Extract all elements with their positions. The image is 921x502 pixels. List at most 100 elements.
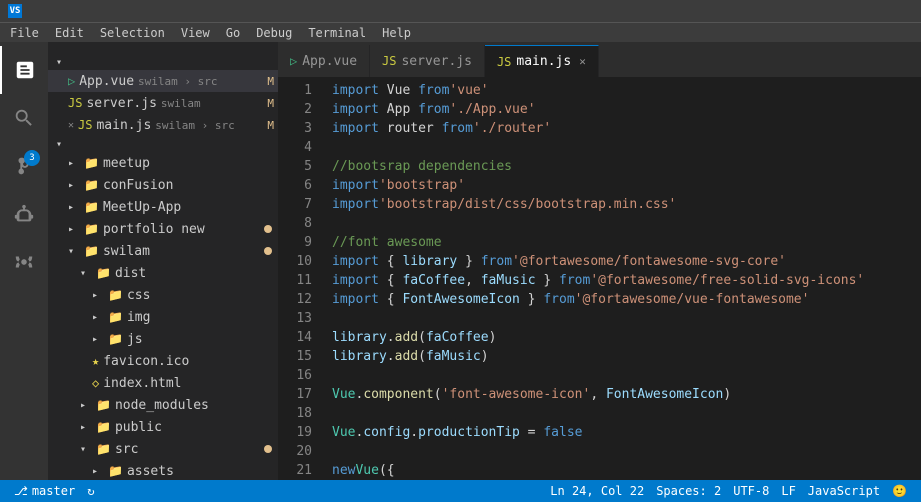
- git-branch-status[interactable]: ⎇ master: [8, 484, 81, 498]
- menu-item-view[interactable]: View: [173, 23, 218, 42]
- open-editors-section[interactable]: ▾: [48, 54, 278, 70]
- activity-debug[interactable]: [0, 190, 48, 238]
- chevron-right-icon: ▸: [80, 399, 92, 411]
- sync-icon: ↻: [87, 484, 94, 498]
- code-content[interactable]: import Vue from 'vue'import App from './…: [328, 77, 921, 480]
- folder-dist[interactable]: ▾ 📁 dist: [48, 262, 278, 284]
- open-editor-serverjs[interactable]: JS server.js swilam M: [48, 92, 278, 114]
- activity-source-control[interactable]: 3: [0, 142, 48, 190]
- line-number-19: 19: [278, 423, 312, 442]
- favicon-icon: ★: [92, 354, 99, 368]
- app-icon: VS: [8, 4, 22, 18]
- js-icon: JS: [78, 118, 92, 132]
- code-line-17: Vue.component('font-awesome-icon', FontA…: [332, 385, 921, 404]
- folder-icon: 📁: [108, 332, 123, 346]
- folder-confusion[interactable]: ▸ 📁 conFusion: [48, 174, 278, 196]
- sidebar-title: [48, 42, 278, 54]
- line-number-20: 20: [278, 442, 312, 461]
- code-area[interactable]: 1234567891011121314151617181920212223242…: [278, 77, 921, 480]
- folder-icon: 📁: [96, 420, 111, 434]
- folder-public[interactable]: ▸ 📁 public: [48, 416, 278, 438]
- line-number-21: 21: [278, 461, 312, 480]
- tab-mainjs[interactable]: JS main.js ✕: [485, 45, 599, 77]
- folder-icon: 📁: [84, 200, 99, 214]
- workspace-section[interactable]: ▾: [48, 136, 278, 152]
- code-line-3: import router from './router': [332, 119, 921, 138]
- close-icon: ✕: [68, 120, 74, 131]
- title-bar: VS: [0, 0, 921, 22]
- code-line-7: import 'bootstrap/dist/css/bootstrap.min…: [332, 195, 921, 214]
- folder-meetupapp[interactable]: ▸ 📁 MeetUp-App: [48, 196, 278, 218]
- language-mode-status[interactable]: JavaScript: [802, 484, 886, 498]
- open-editor-appvue[interactable]: ▷ App.vue swilam › src M: [48, 70, 278, 92]
- modified-dot: [264, 445, 272, 453]
- folder-src[interactable]: ▾ 📁 src: [48, 438, 278, 460]
- html-icon: ◇: [92, 376, 99, 390]
- line-number-14: 14: [278, 328, 312, 347]
- tab-serverjs[interactable]: JS server.js: [370, 45, 485, 77]
- folder-portfolio[interactable]: ▸ 📁 portfolio new: [48, 218, 278, 240]
- tab-close-button[interactable]: ✕: [579, 55, 586, 68]
- code-line-20: [332, 442, 921, 461]
- code-line-21: new Vue({: [332, 461, 921, 480]
- menu-item-terminal[interactable]: Terminal: [300, 23, 374, 42]
- activity-extensions[interactable]: [0, 238, 48, 286]
- encoding-status[interactable]: UTF-8: [727, 484, 775, 498]
- line-number-16: 16: [278, 366, 312, 385]
- chevron-down-icon: ▾: [56, 56, 68, 68]
- folder-swilam[interactable]: ▾ 📁 swilam: [48, 240, 278, 262]
- folder-icon: 📁: [84, 156, 99, 170]
- code-line-5: //bootsrap dependencies: [332, 157, 921, 176]
- code-line-9: //font awesome: [332, 233, 921, 252]
- line-number-7: 7: [278, 195, 312, 214]
- line-number-4: 4: [278, 138, 312, 157]
- chevron-right-icon: ▸: [68, 179, 80, 191]
- line-number-10: 10: [278, 252, 312, 271]
- line-number-1: 1: [278, 81, 312, 100]
- tab-bar: ▷ App.vue JS server.js JS main.js ✕: [278, 42, 921, 77]
- chevron-down-icon: ▾: [80, 267, 92, 279]
- line-number-15: 15: [278, 347, 312, 366]
- code-line-19: Vue.config.productionTip = false: [332, 423, 921, 442]
- menu-item-edit[interactable]: Edit: [47, 23, 92, 42]
- tab-appvue[interactable]: ▷ App.vue: [278, 45, 370, 77]
- chevron-right-icon: ▸: [92, 333, 104, 345]
- folder-img[interactable]: ▸ 📁 img: [48, 306, 278, 328]
- menu-item-debug[interactable]: Debug: [248, 23, 300, 42]
- file-indexhtml[interactable]: ◇ index.html: [48, 372, 278, 394]
- code-line-10: import { library } from '@fortawesome/fo…: [332, 252, 921, 271]
- menu-item-selection[interactable]: Selection: [92, 23, 173, 42]
- folder-assets[interactable]: ▸ 📁 assets: [48, 460, 278, 480]
- sidebar: ▾ ▷ App.vue swilam › src M JS server.js …: [48, 42, 278, 480]
- folder-node-modules[interactable]: ▸ 📁 node_modules: [48, 394, 278, 416]
- menu-item-help[interactable]: Help: [374, 23, 419, 42]
- editor-area: ▷ App.vue JS server.js JS main.js ✕ 1234…: [278, 42, 921, 480]
- folder-icon: 📁: [84, 244, 99, 258]
- folder-css[interactable]: ▸ 📁 css: [48, 284, 278, 306]
- file-tree: ▸ 📁 meetup ▸ 📁 conFusion ▸ 📁 MeetUp-App …: [48, 152, 278, 480]
- folder-icon: 📁: [108, 288, 123, 302]
- activity-explorer[interactable]: [0, 46, 48, 94]
- spaces-status[interactable]: Spaces: 2: [650, 484, 727, 498]
- chevron-down-icon: ▾: [68, 245, 80, 257]
- activity-search[interactable]: [0, 94, 48, 142]
- line-col-status[interactable]: Ln 24, Col 22: [544, 484, 650, 498]
- chevron-right-icon: ▸: [68, 201, 80, 213]
- folder-js[interactable]: ▸ 📁 js: [48, 328, 278, 350]
- line-ending-status[interactable]: LF: [775, 484, 801, 498]
- feedback-status[interactable]: 🙂: [886, 484, 913, 498]
- line-number-3: 3: [278, 119, 312, 138]
- code-line-15: library.add(faMusic): [332, 347, 921, 366]
- sync-status[interactable]: ↻: [81, 484, 100, 498]
- line-number-18: 18: [278, 404, 312, 423]
- code-line-14: library.add(faCoffee): [332, 328, 921, 347]
- folder-meetup[interactable]: ▸ 📁 meetup: [48, 152, 278, 174]
- menu-item-go[interactable]: Go: [218, 23, 248, 42]
- source-control-badge: 3: [24, 150, 40, 166]
- chevron-right-icon: ▸: [80, 421, 92, 433]
- file-favicon[interactable]: ★ favicon.ico: [48, 350, 278, 372]
- chevron-right-icon: ▸: [92, 289, 104, 301]
- open-editor-mainjs[interactable]: ✕ JS main.js swilam › src M: [48, 114, 278, 136]
- code-line-18: [332, 404, 921, 423]
- menu-item-file[interactable]: File: [2, 23, 47, 42]
